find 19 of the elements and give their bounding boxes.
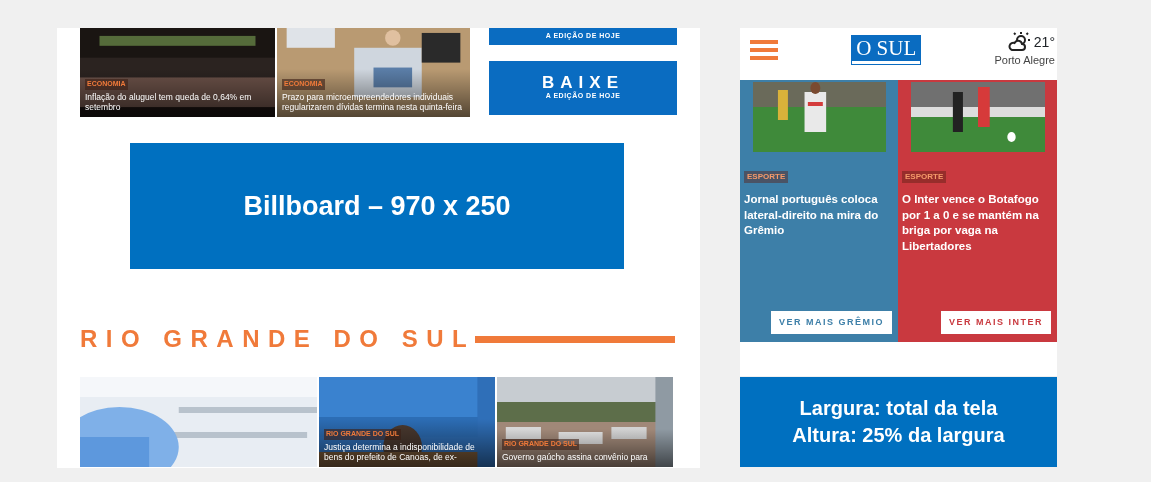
news-title: Jornal português coloca lateral-direito na mira do Grêmio: [744, 192, 880, 239]
news-title[interactable]: Governo gaúcho assina convênio para: [502, 453, 668, 463]
news-title[interactable]: Prazo para microempreendedores individuais regularizarem dívidas termina nesta quinta-feira: [282, 93, 465, 113]
news-title[interactable]: Inflação do aluguel tem queda de 0,64% em setembro: [85, 93, 270, 113]
caption-text: Altura: 25% da largura: [792, 423, 1005, 448]
city-name: Porto Alegre: [994, 53, 1055, 68]
billboard-ad: Billboard – 970 x 250: [130, 143, 624, 269]
temperature: 21°: [1033, 35, 1055, 49]
banner-title: BAIXE: [541, 74, 625, 92]
more-button[interactable]: VER MAIS INTER: [941, 310, 1051, 334]
category-tag: ESPORTE: [902, 171, 947, 183]
news-title: O Inter vence o Botafogo por 1 a 0 e se mantém na briga por vaga na Libertadores: [902, 192, 1040, 254]
more-button[interactable]: VER MAIS GRÊMIO: [771, 310, 892, 334]
menu-icon[interactable]: [750, 40, 778, 60]
caption-text: Largura: total da tela: [799, 396, 998, 421]
section-title: RIO GRANDE DO SUL: [80, 327, 476, 351]
news-title[interactable]: Justiça determina a indisponibilidade de bens do prefeito de Canoas, de ex-: [324, 443, 490, 463]
category-tag: ESPORTE: [744, 171, 789, 183]
weather-icon: [1007, 32, 1030, 52]
